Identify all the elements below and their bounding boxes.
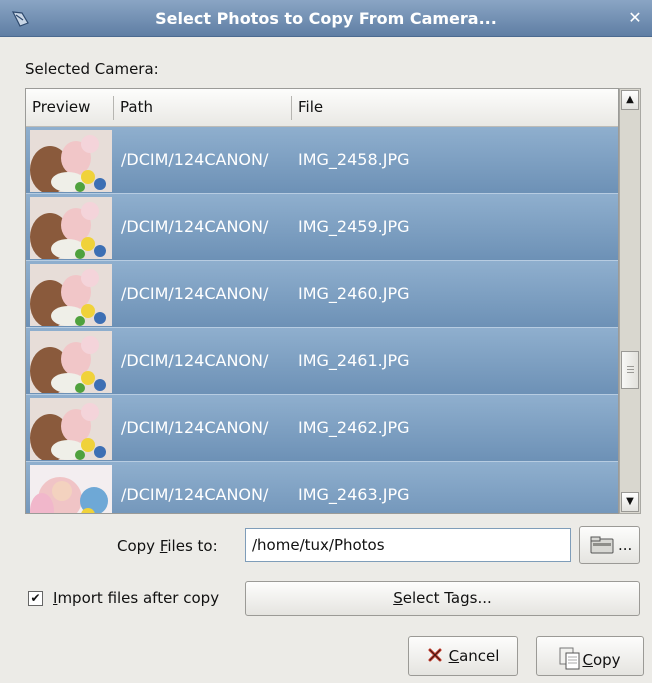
row-path: /DCIM/124CANON/ [121,284,269,303]
row-path: /DCIM/124CANON/ [121,418,269,437]
folder-icon [590,536,614,554]
destination-path-input[interactable]: /home/tux/Photos [245,528,571,562]
copy-label-text: Copy [117,537,160,555]
copy-label-text: iles to: [167,537,218,555]
copy-label: opy [592,651,621,669]
column-separator[interactable] [291,96,292,120]
grip-line [627,372,634,373]
list-rows: /DCIM/124CANON/ IMG_2458.JPG /DCIM/124CA… [26,127,618,513]
cancel-button[interactable]: Cancel [408,636,518,676]
column-header-file[interactable]: File [298,98,323,116]
table-row[interactable]: /DCIM/124CANON/ IMG_2461.JPG [26,327,618,394]
copy-icon [559,647,580,670]
vertical-scrollbar[interactable]: ▲ ▼ [619,88,641,514]
row-path: /DCIM/124CANON/ [121,150,269,169]
table-row[interactable]: /DCIM/124CANON/ IMG_2462.JPG [26,394,618,461]
photo-thumbnail [30,197,112,259]
table-row[interactable]: /DCIM/124CANON/ IMG_2458.JPG [26,127,618,193]
import-files-label[interactable]: Import files after copy [53,589,219,607]
grip-line [627,366,634,367]
row-file: IMG_2458.JPG [298,150,410,169]
row-path: /DCIM/124CANON/ [121,217,269,236]
photo-thumbnail [30,398,112,460]
cancel-x-icon [428,648,442,662]
selected-camera-label: Selected Camera: [25,60,159,78]
scroll-up-icon[interactable]: ▲ [621,90,639,110]
row-path: /DCIM/124CANON/ [121,351,269,370]
row-file: IMG_2459.JPG [298,217,410,236]
copy-button[interactable]: Copy [536,636,644,676]
row-file: IMG_2461.JPG [298,351,410,370]
cancel-mnemonic: C [448,647,460,665]
cancel-label: ancel [459,647,500,665]
browse-button[interactable]: ... [579,526,640,564]
list-header: Preview Path File [26,89,618,127]
column-header-preview[interactable]: Preview [32,98,90,116]
close-icon[interactable]: ✕ [626,9,644,27]
row-file: IMG_2460.JPG [298,284,410,303]
column-separator[interactable] [113,96,114,120]
row-file: IMG_2462.JPG [298,418,410,437]
photo-thumbnail [30,465,112,513]
grip-line [627,369,634,370]
table-row[interactable]: /DCIM/124CANON/ IMG_2460.JPG [26,260,618,327]
select-tags-label: elect Tags... [402,589,492,607]
photo-thumbnail [30,130,112,192]
table-row[interactable]: /DCIM/124CANON/ IMG_2463.JPG [26,461,618,513]
select-tags-button[interactable]: Select Tags... [245,581,640,616]
photo-list[interactable]: Preview Path File /DCIM/124CANON/ IMG_24… [25,88,619,514]
row-path: /DCIM/124CANON/ [121,485,269,504]
table-row[interactable]: /DCIM/124CANON/ IMG_2459.JPG [26,193,618,260]
browse-ellipsis: ... [618,536,633,554]
scroll-down-icon[interactable]: ▼ [621,492,639,512]
title-bar: Select Photos to Copy From Camera... ✕ [0,0,652,37]
row-file: IMG_2463.JPG [298,485,410,504]
import-checkbox[interactable]: ✔ [28,591,43,606]
photo-thumbnail [30,264,112,326]
column-header-path[interactable]: Path [120,98,153,116]
select-tags-mnemonic: S [393,589,403,607]
copy-files-to-label: Copy Files to: [117,537,218,555]
photo-thumbnail [30,331,112,393]
window-title: Select Photos to Copy From Camera... [155,9,497,28]
copy-mnemonic: C [582,651,593,669]
import-label-text: mport files after copy [57,589,220,607]
scroll-thumb[interactable] [621,351,639,389]
